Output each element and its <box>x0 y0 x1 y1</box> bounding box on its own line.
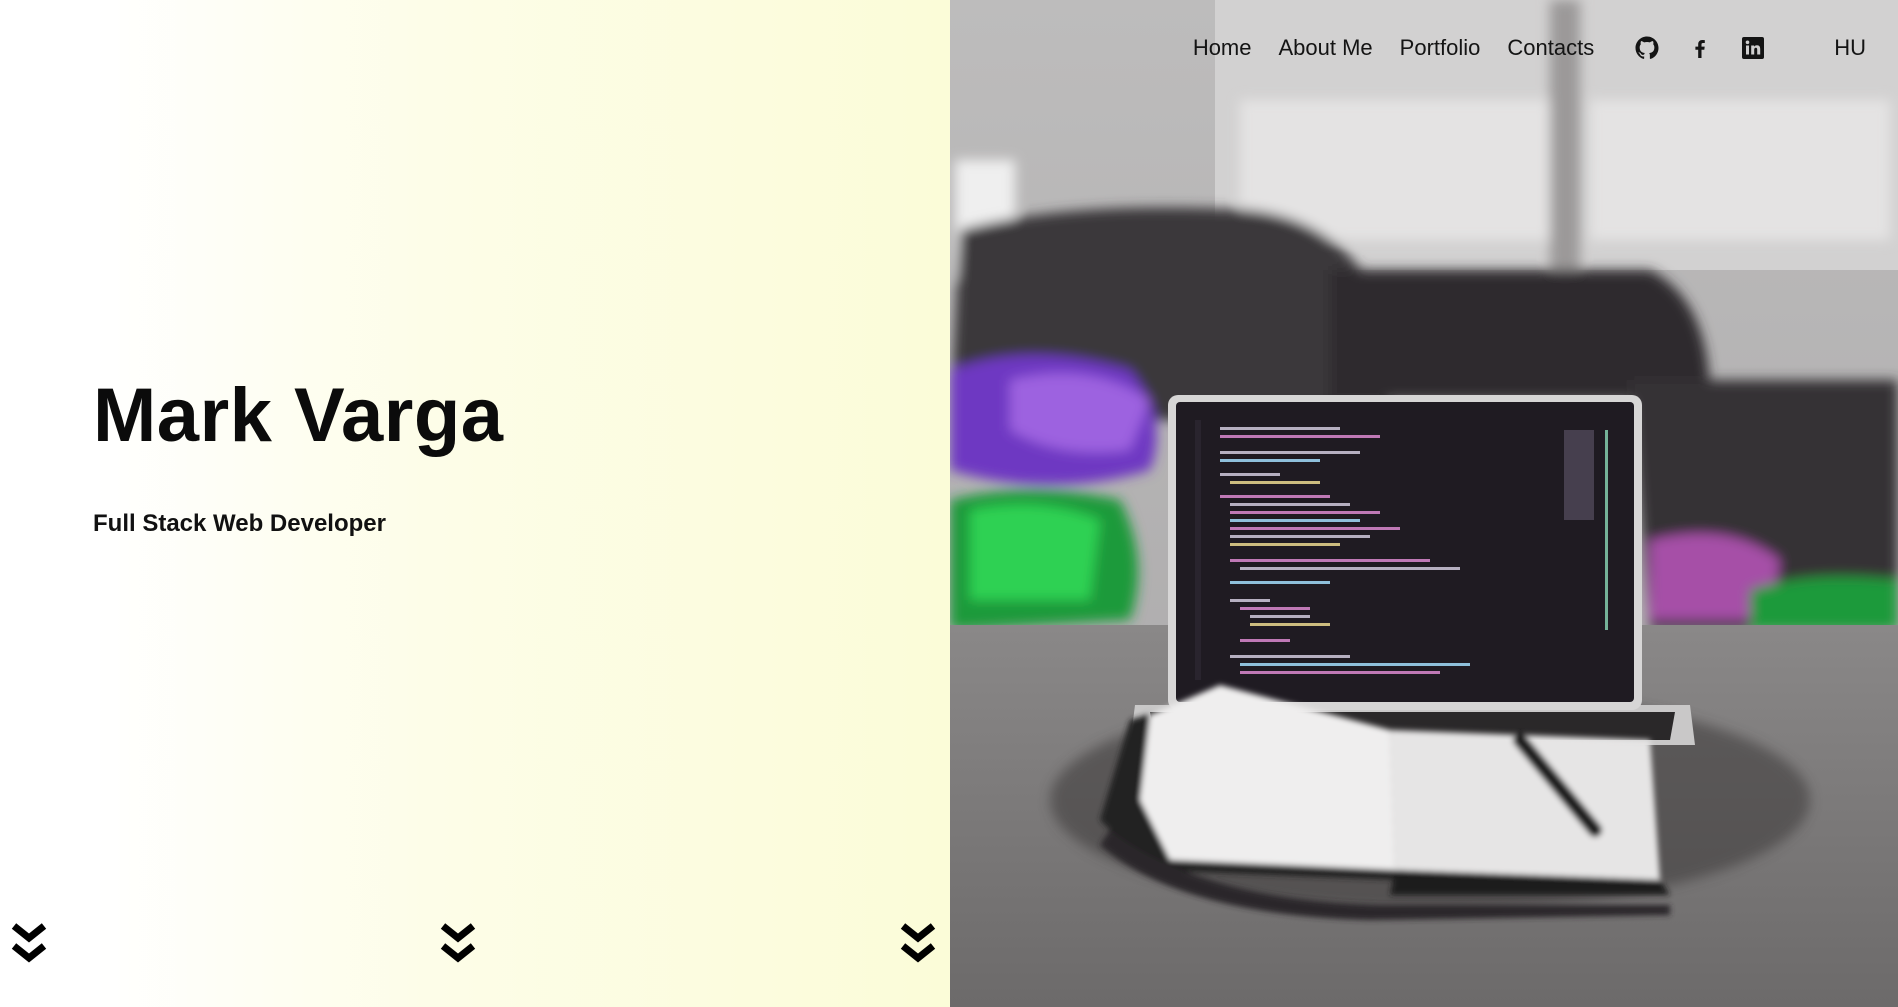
github-icon <box>1635 36 1659 59</box>
hero-name: Mark Varga <box>93 373 504 458</box>
double-chevron-down-icon <box>440 923 476 963</box>
main-navbar: Home About Me Portfolio Contacts HU <box>1193 30 1866 66</box>
facebook-link[interactable] <box>1687 35 1713 61</box>
nav-link-contacts[interactable]: Contacts <box>1507 35 1594 61</box>
double-chevron-down-icon <box>900 923 936 963</box>
scroll-down-button[interactable] <box>898 922 938 968</box>
laptop-desk-photo <box>950 0 1898 1007</box>
nav-link-about[interactable]: About Me <box>1279 35 1373 61</box>
nav-link-home[interactable]: Home <box>1193 35 1252 61</box>
linkedin-link[interactable] <box>1740 35 1766 61</box>
scroll-down-button[interactable] <box>9 922 49 968</box>
nav-link-portfolio[interactable]: Portfolio <box>1400 35 1481 61</box>
hero-role: Full Stack Web Developer <box>93 510 386 537</box>
hero-panel: Mark Varga Full Stack Web Developer <box>0 0 950 1007</box>
facebook-icon <box>1695 40 1706 58</box>
github-link[interactable] <box>1634 35 1660 61</box>
double-chevron-down-icon <box>11 923 47 963</box>
language-switch[interactable]: HU <box>1834 35 1866 61</box>
hero-photo: Home About Me Portfolio Contacts HU <box>950 0 1898 1007</box>
scroll-down-button[interactable] <box>438 922 478 968</box>
linkedin-icon <box>1742 37 1765 59</box>
